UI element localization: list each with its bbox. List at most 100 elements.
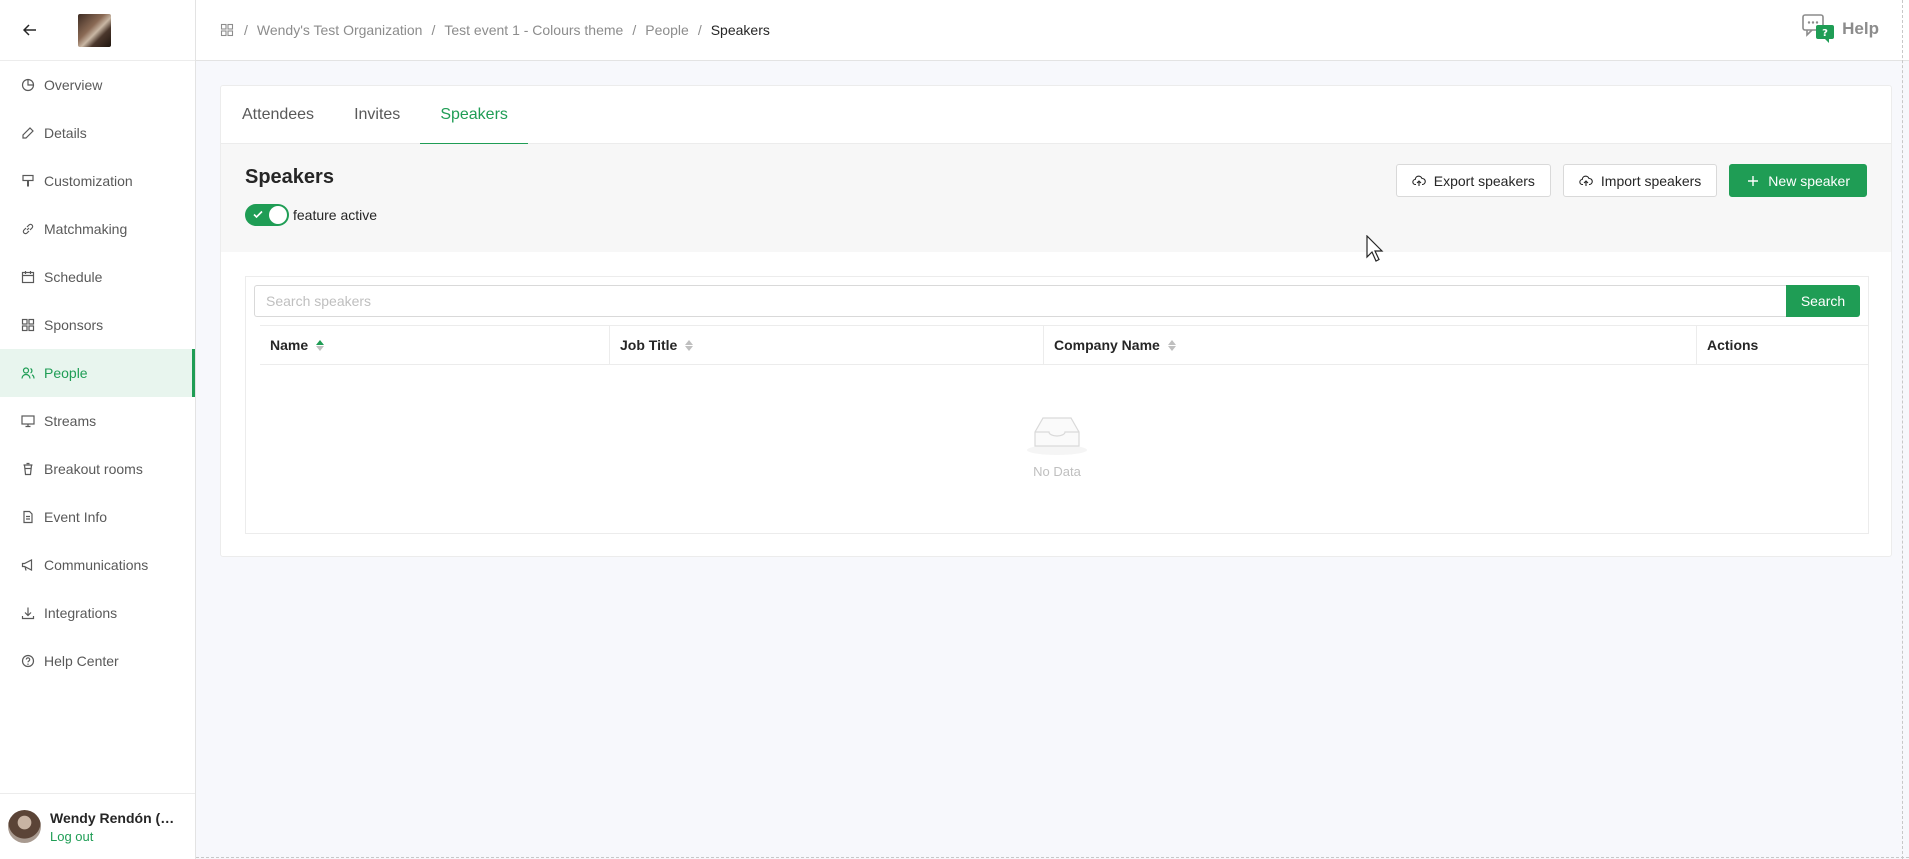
column-header-name[interactable]: Name <box>260 326 610 364</box>
column-label: Company Name <box>1054 337 1160 353</box>
table-header: Name Job Title Company Name Actions <box>260 325 1868 365</box>
people-tabs: Attendees Invites Speakers <box>221 86 1891 145</box>
arrow-left-icon[interactable] <box>20 20 40 40</box>
speakers-card: Attendees Invites Speakers Speakers feat… <box>220 85 1892 557</box>
event-logo <box>78 13 111 47</box>
sort-icon <box>685 339 694 351</box>
search-bar: Search <box>246 277 1868 317</box>
breadcrumb-organization[interactable]: Wendy's Test Organization <box>257 22 423 38</box>
link-icon <box>20 221 36 237</box>
empty-text: No Data <box>1033 464 1081 479</box>
sidebar-item-details[interactable]: Details <box>0 109 195 157</box>
svg-text:?: ? <box>1822 28 1828 39</box>
help-button[interactable]: ? Help <box>1802 14 1879 44</box>
top-bar: / Wendy's Test Organization / Test event… <box>196 0 1909 61</box>
sidebar-nav: Overview Details Customization Matchmaki… <box>0 61 195 685</box>
download-icon <box>20 605 36 621</box>
cloud-upload-icon <box>1412 174 1426 188</box>
sidebar-item-communications[interactable]: Communications <box>0 541 195 589</box>
section-actions: Export speakers Import speakers New spea… <box>1395 164 1867 197</box>
breadcrumb-event[interactable]: Test event 1 - Colours theme <box>444 22 623 38</box>
column-label: Actions <box>1707 337 1759 353</box>
apps-grid-icon[interactable] <box>220 23 234 37</box>
breadcrumb: / Wendy's Test Organization / Test event… <box>196 22 770 38</box>
tab-speakers[interactable]: Speakers <box>420 86 528 145</box>
new-speaker-label: New speaker <box>1768 172 1850 189</box>
help-chat-icon: ? <box>1802 14 1835 43</box>
sidebar-item-help-center[interactable]: Help Center <box>0 637 195 685</box>
breadcrumb-speakers: Speakers <box>710 22 770 38</box>
tab-attendees[interactable]: Attendees <box>242 86 334 144</box>
page-edge-bottom <box>196 857 1909 858</box>
avatar[interactable] <box>8 810 41 843</box>
edit-icon <box>20 125 36 141</box>
sidebar-item-matchmaking[interactable]: Matchmaking <box>0 205 195 253</box>
export-speakers-label: Export speakers <box>1433 172 1535 189</box>
sidebar-item-streams[interactable]: Streams <box>0 397 195 445</box>
sidebar-item-label: Sponsors <box>44 317 104 333</box>
column-label: Job Title <box>620 337 678 353</box>
section-header: Speakers feature active Export speakers … <box>221 144 1891 252</box>
sidebar-header <box>0 0 195 61</box>
sidebar-item-integrations[interactable]: Integrations <box>0 589 195 637</box>
import-speakers-label: Import speakers <box>1600 172 1702 189</box>
sidebar-item-label: Customization <box>44 173 133 189</box>
megaphone-icon <box>20 557 36 573</box>
page-edge-right <box>1902 0 1903 859</box>
sidebar-item-overview[interactable]: Overview <box>0 61 195 109</box>
plus-icon <box>1746 174 1760 188</box>
people-icon <box>20 365 36 381</box>
column-header-job-title[interactable]: Job Title <box>610 326 1044 364</box>
toggle-knob <box>269 206 287 224</box>
sidebar-item-label: Breakout rooms <box>44 461 143 477</box>
sidebar-item-event-info[interactable]: Event Info <box>0 493 195 541</box>
feature-active-toggle[interactable] <box>245 204 289 226</box>
feature-toggle-row: feature active <box>245 204 1867 226</box>
sort-icon <box>1167 339 1176 351</box>
sidebar-item-label: Schedule <box>44 269 103 285</box>
sidebar-item-label: Matchmaking <box>44 221 128 237</box>
user-panel: Wendy Rendón (B... Log out <box>0 793 195 859</box>
user-name: Wendy Rendón (B... <box>50 809 180 826</box>
toggle-label: feature active <box>293 207 378 223</box>
help-label: Help <box>1842 19 1879 38</box>
import-speakers-button[interactable]: Import speakers <box>1562 164 1718 197</box>
breadcrumb-separator: / <box>431 22 436 38</box>
sidebar-item-label: Help Center <box>44 653 119 669</box>
sidebar-item-customization[interactable]: Customization <box>0 157 195 205</box>
grid-icon <box>20 317 36 333</box>
sidebar: Overview Details Customization Matchmaki… <box>0 0 196 859</box>
breadcrumb-separator: / <box>697 22 702 38</box>
monitor-icon <box>20 413 36 429</box>
breadcrumb-separator: / <box>632 22 637 38</box>
sort-icon <box>316 339 325 351</box>
new-speaker-button[interactable]: New speaker <box>1729 164 1867 197</box>
cloud-upload-icon <box>1579 174 1593 188</box>
column-header-actions: Actions <box>1697 326 1868 364</box>
search-input[interactable] <box>254 285 1786 317</box>
mouse-cursor-icon <box>1366 235 1384 262</box>
sidebar-item-label: Streams <box>44 413 97 429</box>
sidebar-item-breakout-rooms[interactable]: Breakout rooms <box>0 445 195 493</box>
tab-invites[interactable]: Invites <box>334 86 420 144</box>
empty-inbox-icon <box>1027 417 1087 455</box>
breadcrumb-separator: / <box>244 22 248 38</box>
search-button[interactable]: Search <box>1786 285 1860 317</box>
sidebar-item-sponsors[interactable]: Sponsors <box>0 301 195 349</box>
pie-chart-icon <box>20 77 36 93</box>
breadcrumb-people[interactable]: People <box>645 22 689 38</box>
export-speakers-button[interactable]: Export speakers <box>1395 164 1551 197</box>
document-icon <box>20 509 36 525</box>
paint-brush-icon <box>20 173 36 189</box>
trash-cup-icon <box>20 461 36 477</box>
sidebar-item-people[interactable]: People <box>0 349 195 397</box>
sidebar-item-schedule[interactable]: Schedule <box>0 253 195 301</box>
column-header-company-name[interactable]: Company Name <box>1044 326 1697 364</box>
logout-link[interactable]: Log out <box>50 829 180 844</box>
calendar-icon <box>20 269 36 285</box>
sidebar-item-label: Event Info <box>44 509 108 525</box>
check-icon <box>253 210 263 219</box>
sidebar-item-label: Integrations <box>44 605 118 621</box>
question-circle-icon <box>20 653 36 669</box>
sidebar-item-label: People <box>44 365 88 381</box>
